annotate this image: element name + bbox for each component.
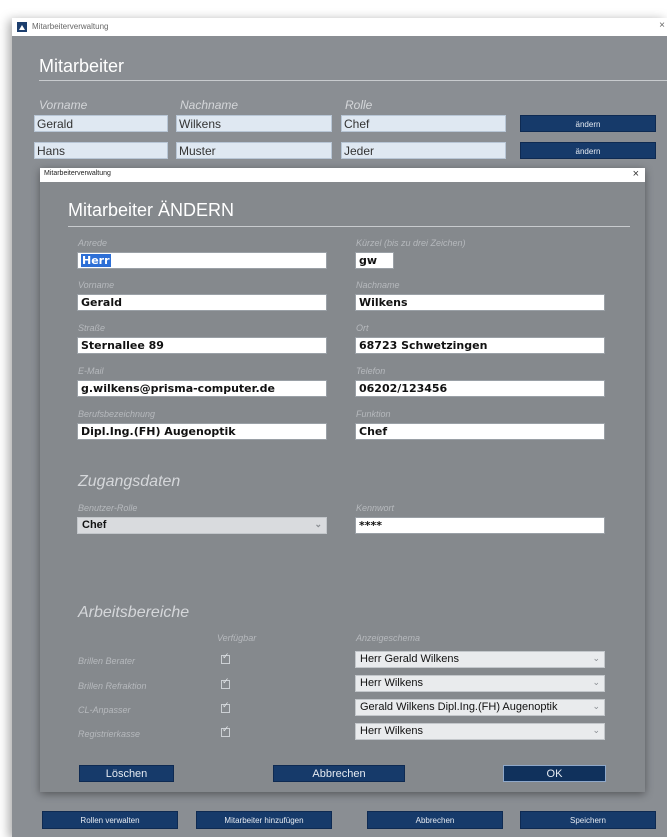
edit-employee-dialog: Mitarbeiterverwaltung × Mitarbeiter ÄNDE… — [40, 168, 645, 792]
beruf-label: Berufsbezeichnung — [78, 409, 156, 419]
kennwort-label: Kennwort — [356, 503, 395, 513]
divider — [39, 80, 667, 81]
anzeigeschema-value: Gerald Wilkens Dipl.Ing.(FH) Augenoptik — [360, 701, 558, 713]
nachname-field[interactable]: Wilkens — [355, 294, 605, 311]
telefon-label: Telefon — [356, 366, 386, 376]
manage-roles-button[interactable]: Rollen verwalten — [42, 811, 178, 829]
outer-titlebar: Mitarbeiterverwaltung × — [12, 18, 667, 36]
bereich-label: CL-Anpasser — [78, 705, 131, 715]
ort-label: Ort — [356, 323, 369, 333]
email-label: E-Mail — [78, 366, 104, 376]
bereich-checkbox[interactable] — [221, 677, 230, 689]
employee-rolle-field[interactable]: Jeder — [341, 142, 506, 159]
employee-vorname-field[interactable]: Hans — [34, 142, 168, 159]
edit-employee-button[interactable]: ändern — [520, 142, 656, 159]
dialog-cancel-button[interactable]: Abbrechen — [273, 765, 405, 782]
anrede-value: Herr — [81, 254, 111, 267]
beruf-field[interactable]: Dipl.Ing.(FH) Augenoptik — [77, 423, 327, 440]
dialog-window-title: Mitarbeiterverwaltung — [44, 170, 111, 177]
dialog-titlebar: Mitarbeiterverwaltung × — [40, 168, 645, 182]
anrede-label: Anrede — [78, 238, 108, 248]
benutzer-rolle-label: Benutzer-Rolle — [78, 503, 138, 513]
employee-rolle-field[interactable]: Chef — [341, 115, 506, 132]
edit-employee-button[interactable]: ändern — [520, 115, 656, 132]
vorname-label: Vorname — [78, 280, 115, 290]
divider — [68, 226, 630, 227]
anzeigeschema-column-header: Anzeigeschema — [356, 633, 421, 643]
anzeigeschema-select[interactable]: Herr Gerald Wilkens ⌄ — [355, 651, 605, 668]
chevron-down-icon: ⌄ — [592, 725, 600, 735]
anzeigeschema-value: Herr Gerald Wilkens — [360, 653, 460, 665]
add-employee-button[interactable]: Mitarbeiter hinzufügen — [196, 811, 332, 829]
page-title: Mitarbeiter — [39, 56, 125, 76]
nachname-label: Nachname — [356, 280, 400, 290]
close-icon[interactable]: × — [659, 20, 665, 31]
column-header-rolle: Rolle — [345, 98, 373, 112]
telefon-field[interactable]: 06202/123456 — [355, 380, 605, 397]
benutzer-rolle-value: Chef — [82, 519, 107, 531]
email-field[interactable]: g.wilkens@prisma-computer.de — [77, 380, 327, 397]
zugangsdaten-heading: Zugangsdaten — [78, 473, 181, 490]
vorname-field[interactable]: Gerald — [77, 294, 327, 311]
anzeigeschema-value: Herr Wilkens — [360, 677, 423, 689]
funktion-field[interactable]: Chef — [355, 423, 605, 440]
bereich-label: Brillen Berater — [78, 656, 136, 666]
kuerzel-label: Kürzel (bis zu drei Zeichen) — [356, 238, 466, 248]
dialog-title: Mitarbeiter ÄNDERN — [68, 200, 235, 220]
verfuegbar-column-header: Verfügbar — [217, 633, 257, 643]
benutzer-rolle-select[interactable]: Chef ⌄ — [77, 517, 327, 534]
employee-vorname-field[interactable]: Gerald — [34, 115, 168, 132]
save-button[interactable]: Speichern — [520, 811, 656, 829]
funktion-label: Funktion — [356, 409, 391, 419]
cancel-button[interactable]: Abbrechen — [367, 811, 503, 829]
arbeitsbereiche-heading: Arbeitsbereiche — [78, 604, 190, 621]
outer-window-title: Mitarbeiterverwaltung — [32, 22, 109, 31]
app-icon — [17, 22, 27, 32]
anzeigeschema-select[interactable]: Herr Wilkens ⌄ — [355, 723, 605, 740]
employee-nachname-field[interactable]: Muster — [176, 142, 332, 159]
column-header-nachname: Nachname — [180, 98, 239, 112]
anzeigeschema-select[interactable]: Herr Wilkens ⌄ — [355, 675, 605, 692]
chevron-down-icon: ⌄ — [592, 653, 600, 663]
chevron-down-icon: ⌄ — [592, 677, 600, 687]
strasse-label: Straße — [78, 323, 106, 333]
chevron-down-icon: ⌄ — [592, 701, 600, 711]
anrede-field[interactable]: Herr — [77, 252, 327, 269]
bereich-checkbox[interactable] — [221, 652, 230, 664]
column-header-vorname: Vorname — [39, 98, 88, 112]
chevron-down-icon: ⌄ — [314, 519, 322, 529]
anzeigeschema-value: Herr Wilkens — [360, 725, 423, 737]
close-icon[interactable]: × — [633, 168, 639, 180]
employee-nachname-field[interactable]: Wilkens — [176, 115, 332, 132]
bereich-label: Registrierkasse — [78, 729, 141, 739]
bereich-label: Brillen Refraktion — [78, 681, 147, 691]
kuerzel-field[interactable]: gw — [355, 252, 394, 269]
anzeigeschema-select[interactable]: Gerald Wilkens Dipl.Ing.(FH) Augenoptik … — [355, 699, 605, 716]
bereich-checkbox[interactable] — [221, 701, 230, 713]
strasse-field[interactable]: Sternallee 89 — [77, 337, 327, 354]
ok-button[interactable]: OK — [503, 765, 606, 782]
delete-button[interactable]: Löschen — [79, 765, 174, 782]
kennwort-field[interactable]: **** — [355, 517, 605, 534]
bereich-checkbox[interactable] — [221, 725, 230, 737]
ort-field[interactable]: 68723 Schwetzingen — [355, 337, 605, 354]
